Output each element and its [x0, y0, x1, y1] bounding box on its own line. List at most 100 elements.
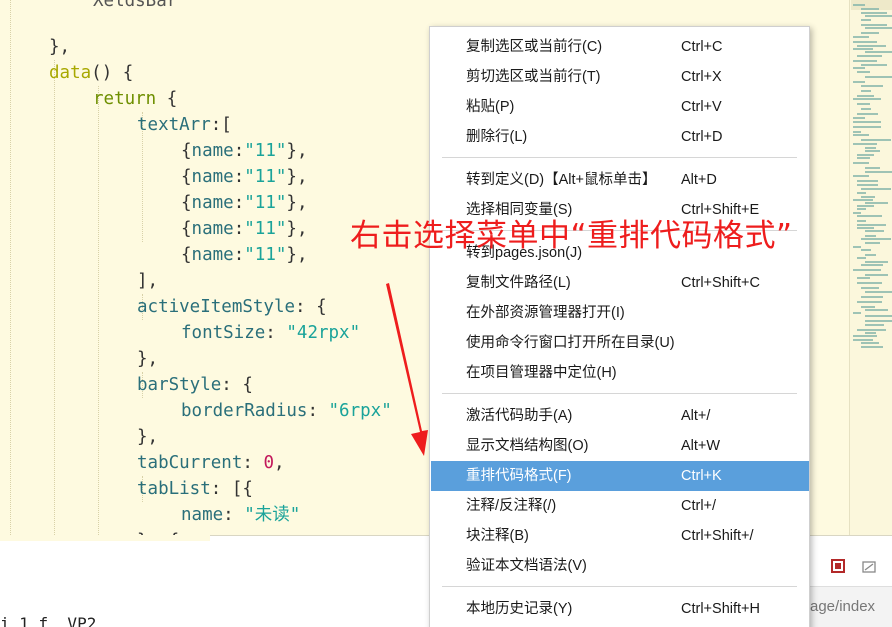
code-token: barStyle	[137, 375, 222, 395]
minimap-row	[865, 167, 880, 169]
menu-item-shortcut: Ctrl+C	[681, 39, 723, 55]
menu-item-document-outline[interactable]: 显示文档结构图(O) Alt+W	[431, 431, 809, 461]
menu-separator	[442, 393, 797, 394]
minimap-row	[857, 192, 866, 194]
minimap-row	[861, 196, 875, 198]
code-line: {name:"11"},	[181, 242, 307, 268]
menu-item-copy-file-path[interactable]: 复制文件路径(L) Ctrl+Shift+C	[431, 268, 809, 298]
code-line: fontSize: "42rpx"	[181, 320, 360, 346]
minimap-row	[861, 24, 887, 26]
menu-item-open-terminal[interactable]: 使用命令行窗口打开所在目录(U)	[431, 328, 809, 358]
minimap-row	[853, 98, 881, 100]
minimap-row	[857, 154, 874, 156]
minimap-row	[857, 208, 866, 210]
code-token: :	[233, 193, 245, 213]
minimap-row	[857, 55, 882, 57]
code-token: },	[286, 245, 308, 265]
code-token: ,	[273, 453, 285, 473]
minimap-row	[861, 85, 883, 87]
code-token: :	[223, 505, 245, 525]
minimap-row	[865, 76, 892, 78]
page-path-label: age/index	[810, 586, 892, 627]
menu-item-block-comment[interactable]: 块注释(B) Ctrl+Shift+/	[431, 521, 809, 551]
code-line: return {	[93, 86, 177, 112]
minimap-row	[865, 235, 876, 237]
minimap-row	[853, 199, 873, 201]
code-line: name: "未读"	[181, 502, 300, 528]
indent-guide	[54, 60, 55, 535]
code-token: name	[191, 167, 234, 187]
menu-item-label: 注释/反注释(/)	[466, 498, 557, 514]
code-token: : [{	[210, 479, 253, 499]
code-token: name	[191, 245, 234, 265]
code-token: "11"	[244, 167, 287, 187]
console-tab-strip	[0, 535, 210, 541]
minimap-row	[857, 205, 874, 207]
code-token: name	[191, 219, 234, 239]
menu-item-locate-in-project[interactable]: 在项目管理器中定位(H)	[431, 358, 809, 388]
code-line: },	[137, 424, 158, 450]
code-line: {name:"11"},	[181, 164, 307, 190]
menu-item-label: 在外部资源管理器打开(I)	[466, 305, 625, 321]
minimap-row	[853, 117, 865, 119]
minimap-row	[857, 301, 882, 303]
menu-item-shortcut: Alt+D	[681, 172, 717, 188]
minimap-row	[861, 90, 871, 92]
menu-item-copy[interactable]: 复制选区或当前行(C) Ctrl+C	[431, 32, 809, 62]
minimap-row	[865, 332, 876, 334]
menu-item-label: 剪切选区或当前行(T)	[466, 69, 601, 85]
menu-item-label: 显示文档结构图(O)	[466, 438, 589, 454]
minimap-row	[865, 309, 888, 311]
minimap-row	[861, 342, 879, 344]
minimap-row	[857, 180, 878, 182]
menu-item-local-history[interactable]: 本地历史记录(Y) Ctrl+Shift+H	[431, 594, 809, 624]
menu-item-shortcut: Ctrl+Shift+C	[681, 275, 760, 291]
code-token: },	[286, 167, 308, 187]
menu-item-reformat-code[interactable]: 重排代码格式(F) Ctrl+K	[431, 461, 809, 491]
minimap-row	[857, 113, 878, 115]
menu-item-label: 块注释(B)	[466, 528, 529, 544]
menu-item-toggle-comment[interactable]: 注释/反注释(/) Ctrl+/	[431, 491, 809, 521]
code-token: {	[181, 245, 192, 265]
minimap[interactable]	[849, 0, 892, 535]
minimap-row	[853, 126, 881, 128]
minimap-row	[853, 131, 861, 133]
minimap-row	[857, 282, 882, 284]
menu-item-delete-line[interactable]: 删除行(L) Ctrl+D	[431, 122, 809, 152]
code-token: data	[49, 63, 92, 83]
menu-separator	[442, 157, 797, 158]
menu-item-paste[interactable]: 粘贴(P) Ctrl+V	[431, 92, 809, 122]
menu-item-goto-definition[interactable]: 转到定义(D)【Alt+鼠标单击】 Alt+D	[431, 165, 809, 195]
minimap-row	[857, 95, 874, 97]
clear-console-icon[interactable]	[861, 559, 876, 573]
minimap-row	[857, 224, 886, 226]
code-token: "11"	[244, 141, 287, 161]
minimap-row	[861, 188, 891, 190]
minimap-row	[861, 296, 883, 298]
minimap-row	[853, 312, 861, 314]
menu-item-cut[interactable]: 剪切选区或当前行(T) Ctrl+X	[431, 62, 809, 92]
menu-item-open-in-explorer[interactable]: 在外部资源管理器打开(I)	[431, 298, 809, 328]
code-token: textArr	[137, 115, 211, 135]
code-token: tabCurrent	[137, 453, 243, 473]
menu-item-code-assistant[interactable]: 激活代码助手(A) Alt+/	[431, 401, 809, 431]
code-token: },	[286, 193, 308, 213]
stop-icon[interactable]	[831, 559, 845, 573]
minimap-row	[853, 4, 865, 6]
minimap-row	[861, 64, 887, 66]
minimap-row	[857, 157, 870, 159]
minimap-row	[865, 274, 888, 276]
minimap-row	[861, 249, 871, 251]
menu-item-validate-syntax[interactable]: 验证本文档语法(V)	[431, 551, 809, 581]
code-line: }, {	[137, 528, 179, 535]
minimap-row	[853, 41, 877, 43]
code-token: ],	[137, 271, 159, 291]
menu-item-label: 粘贴(P)	[466, 99, 515, 115]
minimap-row	[861, 108, 871, 110]
code-token: {	[181, 167, 192, 187]
menu-item-shortcut: Alt+W	[681, 438, 721, 454]
menu-item-shortcut: Ctrl+Shift+H	[681, 601, 760, 617]
minimap-row	[853, 48, 873, 50]
minimap-row	[857, 45, 886, 47]
menu-item-label: 使用命令行窗口打开所在目录(U)	[466, 335, 675, 351]
